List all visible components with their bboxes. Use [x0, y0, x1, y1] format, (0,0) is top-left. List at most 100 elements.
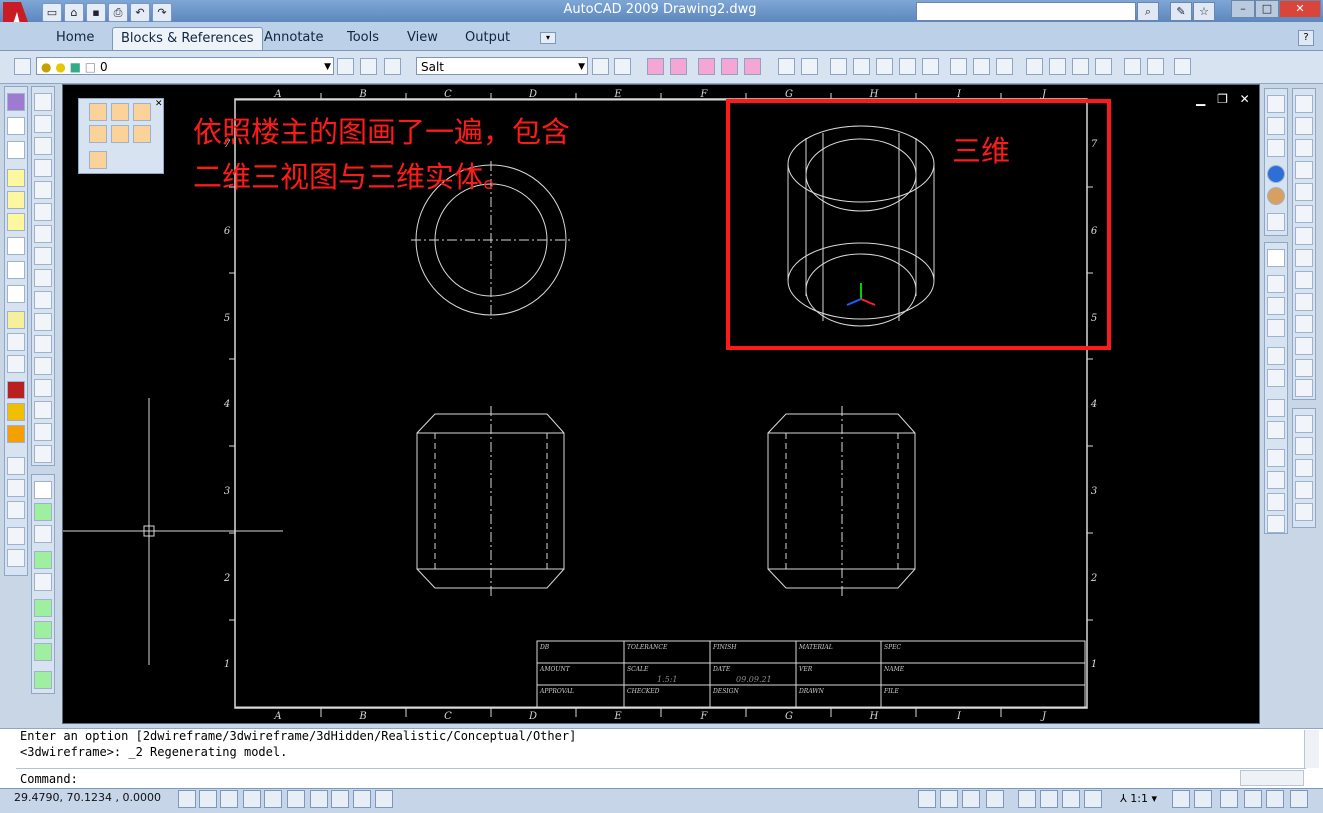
quick-properties-button[interactable]: [375, 790, 393, 808]
inquiry-icon[interactable]: [7, 549, 25, 567]
osnap-extension-icon[interactable]: [778, 58, 795, 75]
grid-display-button[interactable]: [199, 790, 217, 808]
view-side-icon[interactable]: [1267, 139, 1285, 157]
subtract-icon[interactable]: [1295, 117, 1313, 135]
osnap-tangent-icon[interactable]: [876, 58, 893, 75]
dim-style-icon[interactable]: [34, 551, 52, 569]
lineweight-button[interactable]: [353, 790, 371, 808]
circle-icon[interactable]: [111, 103, 129, 121]
osnap-center-icon[interactable]: [830, 58, 847, 75]
undo-icon[interactable]: ↶: [130, 3, 150, 22]
arc-icon[interactable]: [89, 125, 107, 143]
horizontal-scrollbar[interactable]: [1240, 770, 1304, 786]
orbit-icon[interactable]: [1295, 415, 1313, 433]
block-icon[interactable]: [7, 333, 25, 351]
clean-screen-button[interactable]: [1290, 790, 1308, 808]
quick-view-button[interactable]: [986, 790, 1004, 808]
sphere-icon[interactable]: [1267, 165, 1285, 183]
layer-off-icon[interactable]: [7, 169, 25, 187]
tolerance-icon[interactable]: [34, 621, 52, 639]
move-faces-icon[interactable]: [1295, 183, 1313, 201]
snap-intersection-icon[interactable]: [744, 58, 761, 75]
fillet-icon[interactable]: [34, 423, 52, 441]
box-icon[interactable]: [1267, 275, 1285, 293]
hatch-brush-icon[interactable]: [7, 403, 25, 421]
new-icon[interactable]: ▭: [42, 3, 62, 22]
minimize-button[interactable]: –: [1231, 0, 1255, 18]
snap-mode-button[interactable]: [178, 790, 196, 808]
save-icon[interactable]: ▪: [86, 3, 106, 22]
linear-dimension-icon[interactable]: [7, 457, 25, 475]
dynamic-ucs-button[interactable]: [310, 790, 328, 808]
osnap-clear-icon[interactable]: [1124, 58, 1141, 75]
tab-home[interactable]: Home: [48, 27, 102, 49]
break-icon[interactable]: [34, 335, 52, 353]
match-properties-icon[interactable]: [614, 58, 631, 75]
angular-dimension-icon[interactable]: [7, 501, 25, 519]
ellipse-icon[interactable]: [133, 103, 151, 121]
fill-icon[interactable]: [7, 425, 25, 443]
trim-icon[interactable]: [34, 291, 52, 309]
tab-tools[interactable]: Tools: [339, 27, 387, 49]
join-icon[interactable]: [34, 379, 52, 397]
construction-line-icon[interactable]: [111, 125, 129, 143]
array-icon[interactable]: [34, 181, 52, 199]
ribbon-minimize-icon[interactable]: ▾: [540, 32, 556, 44]
layer-manager-icon[interactable]: [7, 93, 25, 111]
osnap-node2-icon[interactable]: [1147, 58, 1164, 75]
search-icon[interactable]: ⌕: [1137, 2, 1159, 21]
open-icon[interactable]: ⌂: [64, 3, 84, 22]
lock-ui-icon[interactable]: [1244, 790, 1262, 808]
annotation-visibility-button[interactable]: [1172, 790, 1190, 808]
osnap-quadrant-icon[interactable]: [853, 58, 870, 75]
layer-previous-icon[interactable]: [360, 58, 377, 75]
layer-freeze-icon[interactable]: [7, 191, 25, 209]
osnap-none-icon[interactable]: [1026, 58, 1043, 75]
aligned-dimension-icon[interactable]: [7, 479, 25, 497]
center-mark-icon[interactable]: [34, 671, 52, 689]
walk-icon[interactable]: [1295, 503, 1313, 521]
copy-icon[interactable]: [34, 115, 52, 133]
communication-center-icon[interactable]: ✎: [1170, 2, 1192, 21]
search-input[interactable]: [916, 2, 1136, 21]
delete-faces-icon[interactable]: [1295, 227, 1313, 245]
render-icon[interactable]: [1267, 213, 1285, 231]
show-sw-icon[interactable]: [7, 285, 25, 303]
all-layers-icon[interactable]: [7, 117, 25, 135]
auto-dim-icon[interactable]: [34, 481, 52, 499]
line-icon[interactable]: [89, 103, 107, 121]
view-front-icon[interactable]: [1267, 117, 1285, 135]
pan-button[interactable]: [1018, 790, 1036, 808]
text-icon[interactable]: [133, 125, 151, 143]
snap-endpoint-icon[interactable]: [698, 58, 715, 75]
viewport-minimize-icon[interactable]: ▁: [1196, 92, 1205, 106]
snap-midpoint-icon[interactable]: [721, 58, 738, 75]
zoom-button[interactable]: [1040, 790, 1058, 808]
leader-icon[interactable]: [34, 643, 52, 661]
polar-tracking-button[interactable]: [243, 790, 261, 808]
tab-annotate[interactable]: Annotate: [256, 27, 331, 49]
list-icon[interactable]: [7, 527, 25, 545]
steering-wheel-button[interactable]: [1062, 790, 1080, 808]
maximize-button[interactable]: □: [1255, 0, 1279, 18]
text-style-icon[interactable]: [34, 599, 52, 617]
dim-edit-icon[interactable]: [34, 503, 52, 521]
viewport-close-icon[interactable]: ✕: [1240, 92, 1250, 106]
break-at-point-icon[interactable]: [34, 357, 52, 375]
check-icon[interactable]: [1295, 379, 1313, 397]
section-plane-icon[interactable]: [1267, 449, 1285, 467]
stretch-icon[interactable]: [34, 269, 52, 287]
hide-sw-icon[interactable]: [7, 237, 25, 255]
command-scrollbar[interactable]: [1304, 730, 1319, 768]
tab-output[interactable]: Output: [457, 27, 518, 49]
3d-move-icon[interactable]: [1267, 399, 1285, 417]
material-icon[interactable]: [1267, 187, 1285, 205]
object-snap-button[interactable]: [264, 790, 282, 808]
close-button[interactable]: ✕: [1279, 0, 1321, 18]
auto-scale-button[interactable]: [1194, 790, 1212, 808]
help-button[interactable]: ?: [1298, 30, 1314, 46]
viewport-restore-icon[interactable]: ❐: [1217, 92, 1228, 106]
command-input[interactable]: [88, 771, 1238, 786]
ortho-mode-button[interactable]: [220, 790, 238, 808]
interfere-icon[interactable]: [1267, 493, 1285, 511]
